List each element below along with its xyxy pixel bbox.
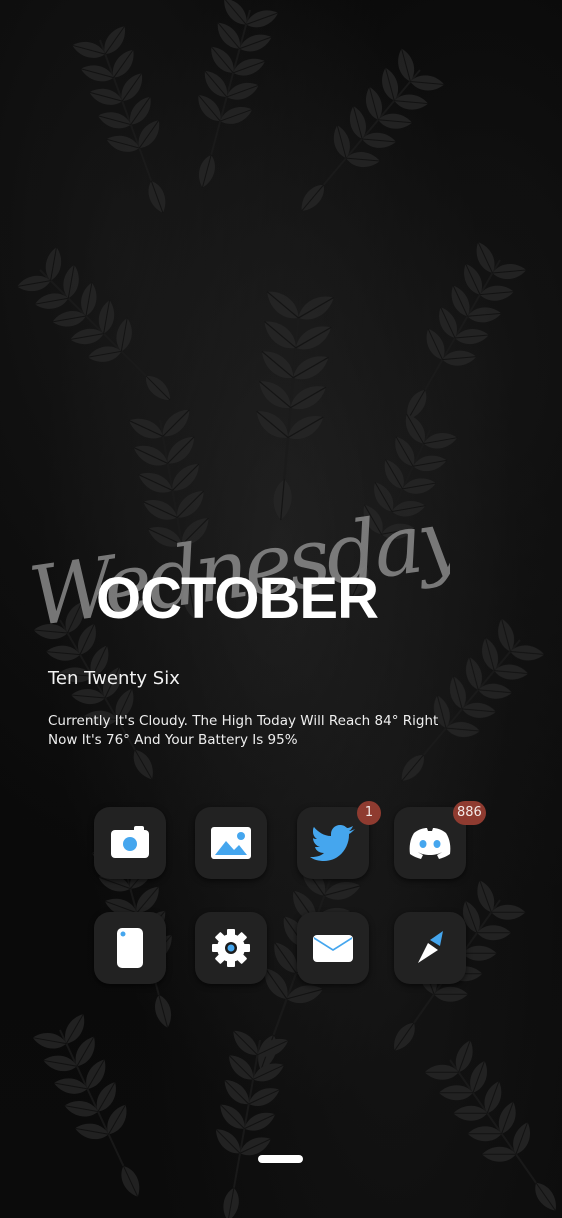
weather-line-2: Now It's 76° And Your Battery Is 95% xyxy=(48,732,298,748)
camera-icon xyxy=(111,826,149,858)
gallery-app[interactable] xyxy=(195,807,267,879)
mail-app[interactable] xyxy=(297,912,369,984)
notes-app[interactable] xyxy=(394,912,466,984)
discord-app[interactable]: 886 xyxy=(394,801,486,879)
home-indicator-bar[interactable] xyxy=(258,1155,303,1163)
camera-app[interactable] xyxy=(94,807,166,879)
gear-icon xyxy=(212,929,250,967)
pencil-icon xyxy=(418,931,443,963)
weather-summary: Currently It's Cloudy. The High Today Wi… xyxy=(48,712,488,750)
envelope-icon xyxy=(313,935,353,962)
twitter-app[interactable]: 1 xyxy=(297,801,381,879)
time-in-words: Ten Twenty Six xyxy=(48,668,180,689)
phone-device-icon xyxy=(117,928,143,968)
settings-app[interactable] xyxy=(195,912,267,984)
image-icon xyxy=(211,827,251,859)
month-title: OCTOBER xyxy=(96,566,379,631)
notification-badge: 1 xyxy=(357,801,381,825)
weather-line-1: Currently It's Cloudy. The High Today Wi… xyxy=(48,713,439,729)
notification-badge: 886 xyxy=(453,801,486,825)
phone-app[interactable] xyxy=(94,912,166,984)
